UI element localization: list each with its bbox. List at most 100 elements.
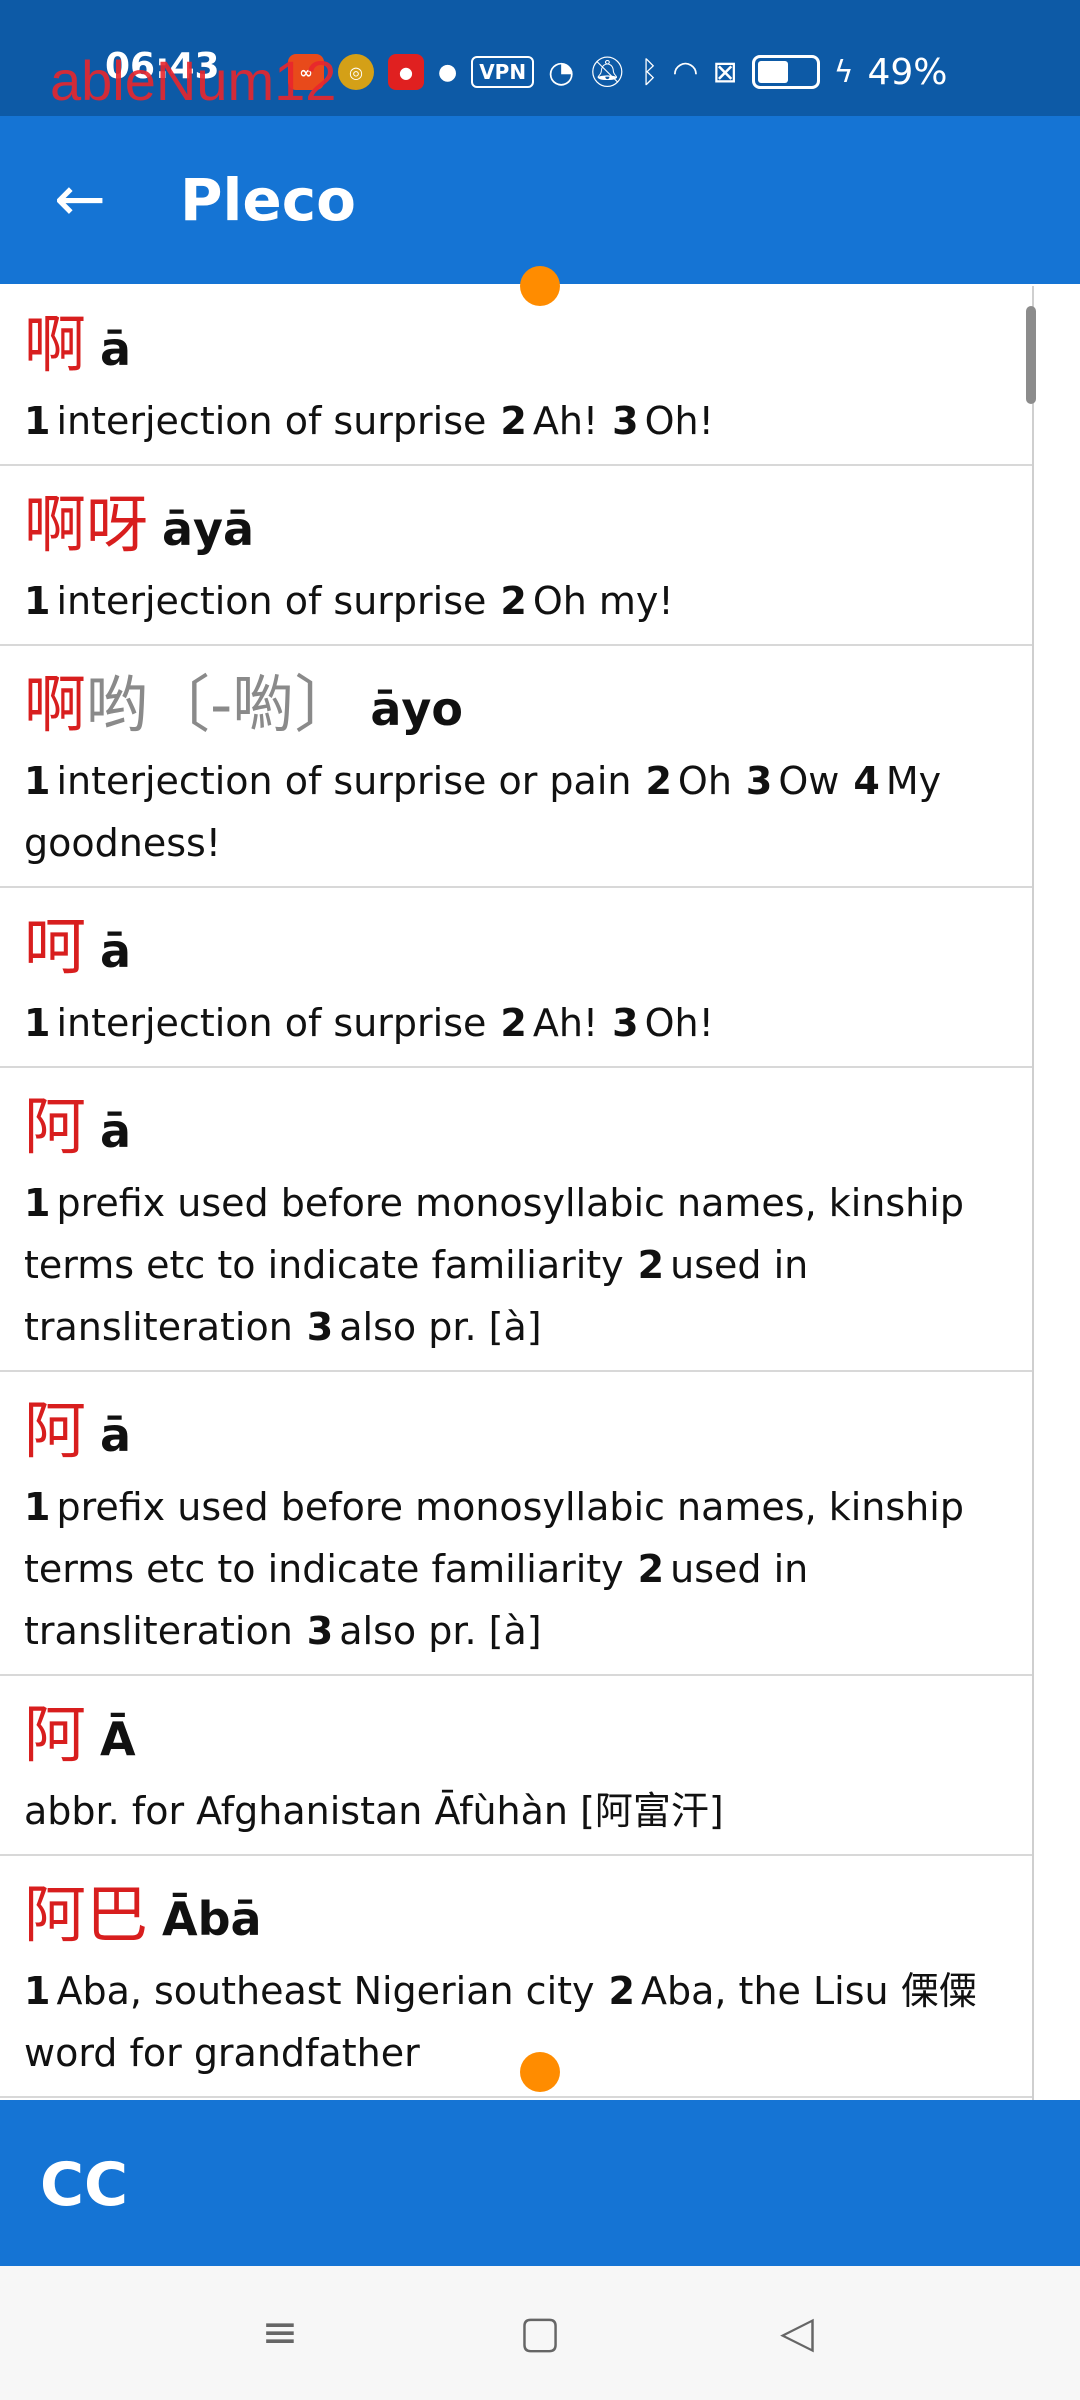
entry-hanzi: 啊 <box>24 668 87 741</box>
sense-number: 2 <box>500 399 527 443</box>
results-list[interactable]: 啊 ā 1 interjection of surprise 2 Ah! 3 Oh! 啊呀 āyā… <box>0 286 1033 2100</box>
coin-app-icon: ◎ <box>338 54 374 90</box>
entry-headword: 阿ā <box>24 1380 1009 1470</box>
definition-sense: 1 interjection of surprise or pain <box>24 759 631 803</box>
battery-icon <box>751 55 820 89</box>
entry-hanzi: 呵 <box>24 910 87 983</box>
menu-button[interactable]: ≡ <box>245 2302 315 2362</box>
list-item[interactable]: 阿 ā 1 prefix used before monosyllabic names… <box>0 1068 1033 1372</box>
list-item[interactable]: 呵 ā 1 interjection of surprise 2 Ah! 3 Oh! <box>0 888 1033 1068</box>
entry-pinyin: Ābā <box>162 1892 262 1946</box>
definition-sense: 1 interjection of surprise <box>24 579 486 623</box>
back-triangle-icon: ◁ <box>780 2306 814 2358</box>
definition-sense: 1 Aba, southeast Nigerian city <box>24 1969 595 2013</box>
definition-sense: 2 Ah! <box>500 1001 598 1045</box>
sense-number: 3 <box>745 759 773 803</box>
sense-number: 2 <box>645 759 672 803</box>
sense-number: 2 <box>500 1001 527 1045</box>
entry-definition: 1 Aba, southeast Nigerian city 2 Aba, the L… <box>24 1960 1009 2084</box>
sense-text: Ah! <box>532 399 599 443</box>
entry-definition: 1 prefix used before monosyllabic names, … <box>24 1476 1009 1662</box>
sense-number: 1 <box>24 579 51 623</box>
sense-number: 1 <box>24 399 51 443</box>
sense-number: 1 <box>24 1485 51 1529</box>
definition-sense: 3 Oh! <box>612 399 714 443</box>
menu-icon: ≡ <box>261 2306 299 2358</box>
definition-sense: 2 Ah! <box>500 399 598 443</box>
entry-definition: 1 interjection of surprise or pain 2 Oh 3 Ow 4… <box>24 750 1009 874</box>
sense-number: 3 <box>306 1305 334 1349</box>
sense-number: 4 <box>853 759 880 803</box>
definition-sense: 3 Oh! <box>612 1001 714 1045</box>
battery-level <box>757 61 789 83</box>
entry-pinyin: ā <box>100 1104 132 1158</box>
list-item[interactable]: 啊 ā 1 interjection of surprise 2 Ah! 3 Oh! <box>0 286 1033 466</box>
entry-headword: 啊呀 āyā <box>24 474 1009 564</box>
entry-hanzi: 啊呀 <box>24 488 149 561</box>
entry-headword: 呵ā <box>24 896 1009 986</box>
status-bar: 06:43 ∞ ◎ ● ● VPN ◔ 🔕︎ ᛒ ◠ ⊠ ϟ 49% <box>0 0 1080 116</box>
sense-text: interjection of surprise <box>56 1001 487 1045</box>
list-item[interactable]: 阿 ā 1 prefix used before monosyllabic names… <box>0 1372 1033 1676</box>
sense-text: Ow <box>778 759 840 803</box>
app-notification-icon: ∞ <box>288 54 324 90</box>
entry-pinyin: āyo <box>370 682 464 736</box>
entry-pinyin: ā <box>100 1408 132 1462</box>
sense-number: 1 <box>24 1181 51 1225</box>
entry-definition: 1 interjection of surprise 2 Oh my! <box>24 570 1009 632</box>
scrollbar-thumb[interactable] <box>1026 306 1036 404</box>
speed-icon: ◔ <box>548 54 575 90</box>
mute-icon: 🔕︎ <box>588 54 627 90</box>
entry-headword: 啊哟〔-喲〕 āyo <box>24 654 1009 744</box>
definition-sense: 1 prefix used before monosyllabic names, … <box>24 1181 964 1287</box>
list-item[interactable]: 阿巴 Ābā 1 Aba, southeast Nigerian city 2 Aba, … <box>0 1856 1033 2098</box>
entry-hanzi: 阿 <box>24 1698 87 1771</box>
cc-button[interactable]: CC <box>40 2150 128 2220</box>
sense-number: 3 <box>612 399 639 443</box>
definition-sense: 1 interjection of surprise <box>24 399 486 443</box>
sense-text: interjection of surprise <box>56 399 487 443</box>
bluetooth-icon: ᛒ <box>640 54 659 90</box>
definition-sense: 2 Oh my! <box>500 579 673 623</box>
entry-definition: 1 interjection of surprise 2 Ah! 3 Oh! <box>24 992 1009 1054</box>
sense-number: 2 <box>608 1969 635 2013</box>
vpn-badge: VPN <box>471 56 535 88</box>
battery-percent: 49% <box>867 51 948 93</box>
definition-sense: 3 also pr. [à] <box>307 1305 542 1349</box>
entry-hanzi-variant: 哟〔-喲〕 <box>86 668 357 741</box>
entry-hanzi: 阿巴 <box>24 1878 149 1951</box>
definition-sense: 3 Ow <box>746 759 839 803</box>
sense-text: Ah! <box>532 1001 599 1045</box>
entry-pinyin: ā <box>100 322 132 376</box>
sense-text: Oh <box>677 759 732 803</box>
status-icons: ∞ ◎ ● ● VPN ◔ 🔕︎ ᛒ ◠ ⊠ ϟ 49% <box>288 50 948 94</box>
list-item[interactable]: 啊哟〔-喲〕 āyo 1 interjection of surprise or pa… <box>0 646 1033 888</box>
entry-hanzi: 阿 <box>24 1394 87 1467</box>
entry-hanzi: 啊 <box>24 308 87 381</box>
sense-number: 2 <box>637 1243 665 1287</box>
back-nav-button[interactable]: ◁ <box>762 2302 832 2362</box>
sense-number: 2 <box>637 1547 665 1591</box>
definition-sense: 1 interjection of surprise <box>24 1001 486 1045</box>
back-button[interactable]: ← <box>40 158 120 238</box>
definition-sense: 2 Oh <box>645 759 731 803</box>
scrollbar-track <box>1032 286 1034 2100</box>
sense-text: Oh! <box>644 1001 714 1045</box>
entry-definition: 1 prefix used before monosyllabic names, … <box>24 1172 1009 1358</box>
list-item[interactable]: 阿 Āabbr. for Afghanistan Āfùhàn [阿富汗] <box>0 1676 1033 1856</box>
entry-headword: 阿巴 Ābā <box>24 1864 1009 1954</box>
entry-definition: abbr. for Afghanistan Āfùhàn [阿富汗] <box>24 1789 724 1833</box>
sense-number: 1 <box>24 1969 51 2013</box>
sense-text: interjection of surprise or pain <box>56 759 632 803</box>
sense-text: also pr. [à] <box>339 1609 542 1653</box>
news-app-icon: ● <box>388 54 424 90</box>
entry-pinyin: Ā <box>100 1712 136 1766</box>
wifi-icon: ◠ <box>672 54 699 90</box>
sense-text: Oh my! <box>532 579 674 623</box>
bottom-bar: CC <box>0 2100 1080 2266</box>
home-button[interactable]: ▢ <box>505 2302 575 2362</box>
sense-number: 2 <box>500 579 527 623</box>
charging-icon: ϟ <box>833 54 854 90</box>
sense-text: prefix used before monosyllabic names, k… <box>24 1181 964 1287</box>
list-item[interactable]: 啊呀 āyā 1 interjection of surprise 2 Oh my! <box>0 466 1033 646</box>
